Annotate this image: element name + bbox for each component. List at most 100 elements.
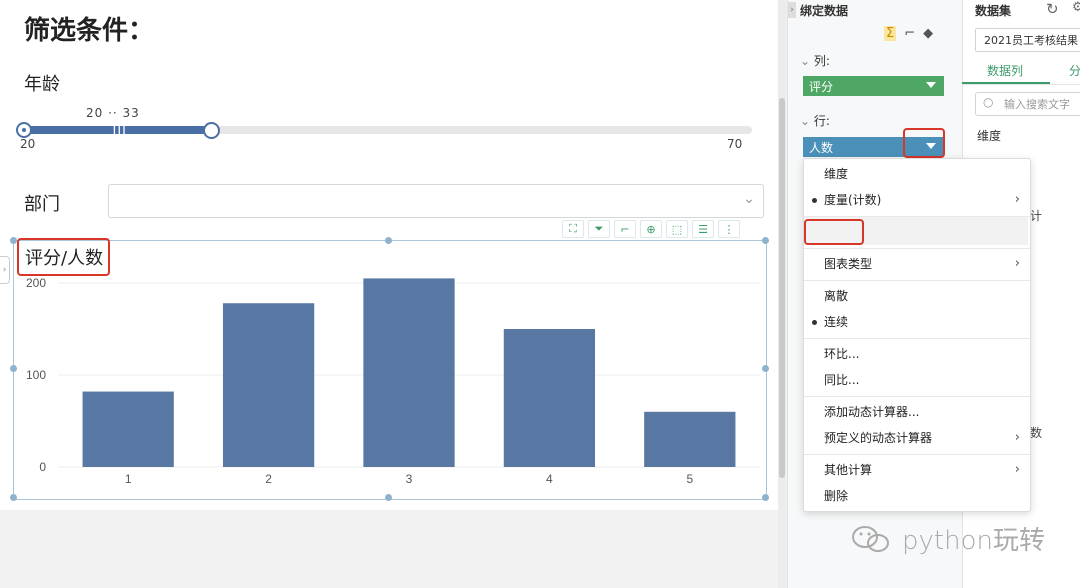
y-tick-label: 0 [39,460,46,474]
tab-data-columns[interactable]: 数据列 [987,62,1023,79]
chevron-right-icon: › [1014,256,1020,271]
select-icon[interactable]: ⬚ [666,220,688,238]
menu-item-label: 其他计算 [824,463,873,477]
menu-item-label: 添加动态计算器... [824,405,920,419]
x-tick-label: 5 [686,472,693,486]
hidden-field-label: 数 [1030,426,1043,440]
menu-separator [804,396,1030,397]
menu-item[interactable]: 环比... [804,341,1030,367]
annotation-highlight-box [804,219,864,245]
column-field-pill[interactable]: 评分 [803,76,944,96]
wechat-logo-icon [851,523,899,555]
chevron-down-icon: ⌄ [743,191,755,207]
caret-down-icon[interactable] [926,82,936,88]
chart-toolbar: ⛶ ⏷ ⌐ ⊕ ⬚ ☰ ⋮ [562,220,740,238]
selected-dot-icon [812,320,817,325]
eraser-icon[interactable]: ◆ [923,26,933,41]
dataset-select[interactable]: 2021员工考核结果 [975,28,1080,52]
expand-left-icon[interactable]: › [0,256,10,284]
row-shelf-label: ⌄ 行: [800,114,830,128]
bar-chart: 0 100 200 1 2 3 4 5 [26,276,760,486]
menu-item-label: 离散 [824,289,849,303]
y-tick-label: 100 [26,368,46,382]
chevron-right-icon: › [1014,430,1020,445]
menu-item-label: 度量(计数) [824,193,882,207]
menu-item[interactable]: 预定义的动态计算器 › [804,425,1030,451]
x-tick-label: 1 [125,472,132,486]
age-range-value: 20 ·· 33 [86,106,140,120]
list-icon[interactable]: ☰ [692,220,714,238]
menu-item-label: 预定义的动态计算器 [824,431,933,445]
menu-item[interactable]: 添加动态计算器... [804,399,1030,425]
chevron-right-icon: › [1014,462,1020,477]
bar [644,411,736,467]
tabs-divider [962,84,1080,85]
bind-data-title: 绑定数据 [800,4,849,18]
tab-other[interactable]: 分 [1069,62,1080,79]
dimension-section-label: 维度 [977,129,1002,143]
dataset-label: 数据集 [975,4,1012,18]
canvas-scrollbar-thumb[interactable] [779,98,785,478]
age-filter-label: 年龄 [24,74,60,95]
annotation-highlight-box [903,128,945,158]
age-slider-min-label: 20 [20,137,36,151]
menu-item-label: 维度 [824,167,849,181]
menu-item[interactable]: 离散 [804,283,1030,309]
watermark-text: python玩转 [902,526,1045,556]
active-tab-indicator [962,82,1050,84]
resize-handle[interactable] [385,494,392,501]
department-select[interactable]: ⌄ [108,184,764,218]
resize-handle[interactable] [762,365,769,372]
fullscreen-icon[interactable]: ⛶ [562,220,584,238]
field-context-menu: 维度度量(计数)›别名...图表类型›离散连续环比...同比...添加动态计算器… [803,158,1031,512]
menu-separator [804,248,1030,249]
sigma-icon[interactable]: Σ [884,26,897,41]
menu-item[interactable]: 删除 [804,483,1030,509]
axis-swap-icon[interactable]: ⌐ [614,220,636,238]
column-field-label: 评分 [809,79,834,94]
resize-handle[interactable] [10,494,17,501]
axis-swap-icon[interactable]: ⌐ [904,26,915,41]
menu-item-label: 连续 [824,315,849,329]
menu-item-label: 图表类型 [824,257,873,271]
hidden-field-label: 计 [1030,209,1043,223]
filter-section-title: 筛选条件： [24,16,155,46]
x-tick-label: 3 [406,472,413,486]
age-slider-min-handle[interactable] [16,122,32,138]
column-shelf-label: ⌄ 列: [800,54,830,68]
menu-item-label: 删除 [824,489,849,503]
slider-grip-icon[interactable]: ┃┃┃ [112,126,126,134]
x-tick-label: 2 [265,472,272,486]
zoom-icon[interactable]: ⊕ [640,220,662,238]
bar [363,278,455,467]
menu-item[interactable]: 图表类型 › [804,251,1030,277]
y-tick-label: 200 [26,276,46,290]
menu-item[interactable]: 同比... [804,367,1030,393]
department-filter-label: 部门 [24,194,60,215]
menu-item[interactable]: 维度 [804,161,1030,187]
filter-icon[interactable]: ⏷ [588,220,610,238]
chevron-down-icon[interactable]: ⌄ [800,54,814,68]
settings-icon[interactable]: ⚙ [1072,0,1080,15]
menu-item[interactable]: 连续 [804,309,1030,335]
menu-item-label: 环比... [824,347,860,361]
chevron-down-icon[interactable]: ⌄ [800,114,814,128]
bind-toolbar: Σ ⌐ ◆ [884,26,933,41]
menu-item[interactable]: 度量(计数) › [804,187,1030,213]
resize-handle[interactable] [762,237,769,244]
age-slider-max-handle[interactable] [203,122,220,139]
menu-item[interactable]: 其他计算 › [804,457,1030,483]
resize-handle[interactable] [10,237,17,244]
bar [82,391,174,467]
row-field-label: 人数 [809,140,834,155]
menu-separator [804,280,1030,281]
resize-handle[interactable] [10,365,17,372]
x-tick-label: 4 [546,472,553,486]
more-vertical-icon[interactable]: ⋮ [718,220,740,238]
bar [222,303,315,467]
collapse-panel-icon[interactable]: › [788,2,796,18]
resize-handle[interactable] [762,494,769,501]
menu-separator [804,454,1030,455]
resize-handle[interactable] [385,237,392,244]
refresh-icon[interactable]: ↻ [1046,0,1059,18]
